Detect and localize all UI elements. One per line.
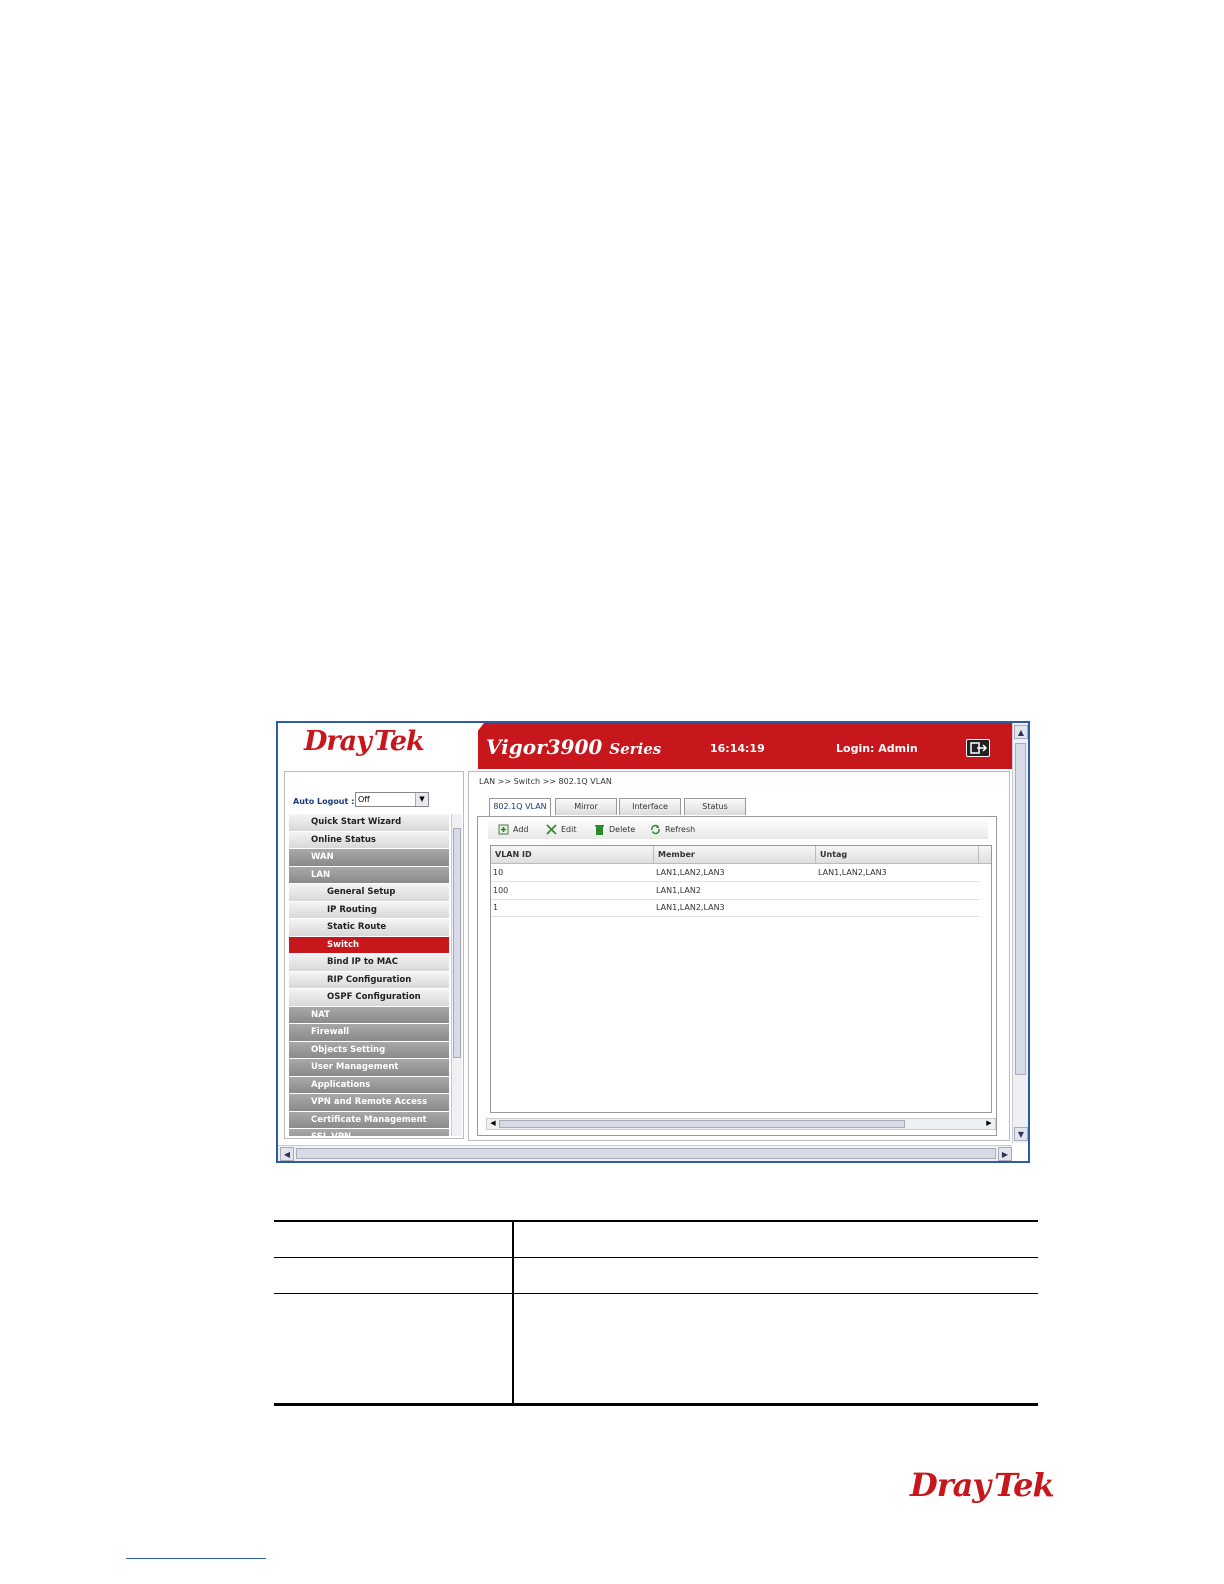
column-untag[interactable]: Untag — [816, 846, 979, 863]
table-row[interactable]: 100 LAN1,LAN2 — [491, 882, 979, 900]
tab-interface[interactable]: Interface — [619, 798, 681, 815]
sidebar-item-user-management[interactable]: User Management — [289, 1059, 449, 1077]
column-vlan-id[interactable]: VLAN ID — [491, 846, 654, 863]
table-rule — [274, 1257, 1038, 1258]
breadcrumb: LAN >> Switch >> 802.1Q VLAN — [479, 777, 612, 786]
auto-logout-value: Off — [358, 795, 370, 804]
sidebar-item-static-route[interactable]: Static Route — [289, 919, 449, 937]
header-bar: Dray Tek Vigor3900 Series 16:14:19 Login:… — [278, 723, 1012, 769]
logo-tek: Tek — [373, 726, 425, 757]
sidebar-menu: Quick Start Wizard Online Status WAN LAN Gen… — [289, 814, 449, 1136]
sidebar-item-objects-setting[interactable]: Objects Setting — [289, 1041, 449, 1059]
edit-icon — [546, 824, 557, 835]
table-cell: 1 — [493, 903, 499, 912]
tab-mirror[interactable]: Mirror — [555, 798, 617, 815]
delete-label: Delete — [609, 825, 636, 834]
sidebar-item-ssl-vpn[interactable]: SSL VPN — [289, 1129, 449, 1136]
router-ui-screenshot: Dray Tek Vigor3900 Series 16:14:19 Login:… — [276, 721, 1030, 1163]
refresh-button[interactable]: Refresh — [650, 824, 695, 835]
sidebar-item-bind-ip-to-mac[interactable]: Bind IP to MAC — [289, 954, 449, 972]
scroll-right-icon[interactable]: ▶ — [998, 1147, 1012, 1161]
table-rule — [274, 1293, 1038, 1294]
footer-link-underline — [126, 1558, 266, 1559]
sidebar-item-firewall[interactable]: Firewall — [289, 1024, 449, 1042]
table-rule-bottom — [274, 1403, 1038, 1406]
add-icon — [498, 824, 509, 835]
table-cell: LAN1,LAN2,LAN3 — [818, 868, 887, 877]
sidebar-item-ospf-configuration[interactable]: OSPF Configuration — [289, 989, 449, 1007]
toolbar: Add Edit Delete Refresh — [488, 821, 988, 839]
logo-slant — [448, 723, 484, 769]
logout-icon[interactable] — [966, 739, 990, 757]
add-label: Add — [513, 825, 529, 834]
page-vertical-scrollbar[interactable]: ▲ ▼ — [1012, 723, 1028, 1143]
sidebar-scroll-thumb[interactable] — [453, 828, 461, 1058]
sidebar-scrollbar[interactable] — [451, 814, 462, 1136]
table-horizontal-scrollbar[interactable]: ◀ ▶ — [486, 1118, 996, 1130]
add-button[interactable]: Add — [498, 824, 529, 835]
sidebar-item-certificate-management[interactable]: Certificate Management — [289, 1111, 449, 1129]
edit-button[interactable]: Edit — [546, 824, 577, 835]
table-cell: LAN1,LAN2 — [656, 885, 701, 895]
logo-dray: Dray — [304, 726, 372, 757]
model-label: Vigor3900 — [486, 735, 603, 759]
sidebar: Auto Logout : Off ▼ Quick Start Wizard On… — [284, 771, 464, 1139]
footer-draytek-logo: Dray Tek — [910, 1466, 1055, 1504]
table-cell: LAN1,LAN2,LAN3 — [656, 868, 725, 877]
sidebar-item-lan[interactable]: LAN — [289, 866, 449, 884]
trash-icon — [594, 824, 605, 835]
footer-logo-dray: Dray — [910, 1466, 991, 1504]
sidebar-item-quick-start-wizard[interactable]: Quick Start Wizard — [289, 814, 449, 832]
refresh-label: Refresh — [665, 825, 696, 834]
sidebar-item-general-setup[interactable]: General Setup — [289, 884, 449, 902]
scroll-up-icon[interactable]: ▲ — [1014, 725, 1028, 739]
sidebar-item-applications[interactable]: Applications — [289, 1076, 449, 1094]
table-column-divider — [512, 1220, 514, 1406]
tab-content-panel: Add Edit Delete Refresh VLAN ID Member U… — [477, 816, 997, 1136]
footer-logo-tek: Tek — [993, 1466, 1055, 1504]
table-rule-top — [274, 1220, 1038, 1222]
scroll-left-icon[interactable]: ◀ — [280, 1147, 294, 1161]
sidebar-item-wan[interactable]: WAN — [289, 849, 449, 867]
sidebar-item-vpn-and-remote-access[interactable]: VPN and Remote Access — [289, 1094, 449, 1112]
table-cell: LAN1,LAN2,LAN3 — [656, 903, 725, 912]
table-row[interactable]: 1 LAN1,LAN2,LAN3 — [491, 899, 979, 917]
table-cell: 100 — [493, 885, 509, 895]
scroll-down-icon[interactable]: ▼ — [1014, 1127, 1028, 1141]
table-row[interactable]: 10 LAN1,LAN2,LAN3 LAN1,LAN2,LAN3 — [491, 864, 979, 882]
delete-button[interactable]: Delete — [594, 824, 635, 835]
auto-logout-select[interactable]: Off ▼ — [355, 792, 429, 807]
scroll-thumb[interactable] — [1015, 743, 1026, 1075]
hscroll-thumb[interactable] — [296, 1148, 996, 1159]
page-horizontal-scrollbar[interactable]: ◀ ▶ — [278, 1145, 1012, 1161]
sidebar-item-ip-routing[interactable]: IP Routing — [289, 901, 449, 919]
model-name: Vigor3900 Series — [486, 735, 661, 759]
table-scroll-right-icon[interactable]: ▶ — [984, 1119, 994, 1129]
sidebar-item-rip-configuration[interactable]: RIP Configuration — [289, 971, 449, 989]
table-cell: 10 — [493, 868, 504, 877]
series-label: Series — [609, 740, 662, 758]
auto-logout-label: Auto Logout : — [293, 797, 355, 806]
tab-status[interactable]: Status — [684, 798, 746, 815]
chevron-down-icon[interactable]: ▼ — [415, 793, 428, 806]
clock: 16:14:19 — [710, 742, 765, 755]
table-header: VLAN ID Member Untag — [491, 846, 991, 864]
tab-8021q-vlan[interactable]: 802.1Q VLAN — [489, 798, 551, 816]
table-scroll-left-icon[interactable]: ◀ — [488, 1119, 498, 1129]
description-table — [274, 1220, 1038, 1406]
main-panel: LAN >> Switch >> 802.1Q VLAN 802.1Q VLAN… — [468, 771, 1010, 1141]
sidebar-item-switch[interactable]: Switch — [289, 936, 449, 954]
refresh-icon — [650, 824, 661, 835]
column-member[interactable]: Member — [654, 846, 816, 863]
login-status: Login: Admin — [836, 742, 918, 755]
sidebar-item-online-status[interactable]: Online Status — [289, 831, 449, 849]
table-scroll-thumb[interactable] — [499, 1120, 905, 1128]
sidebar-item-nat[interactable]: NAT — [289, 1006, 449, 1024]
draytek-logo: Dray Tek — [304, 726, 425, 757]
edit-label: Edit — [561, 825, 577, 834]
vlan-table: VLAN ID Member Untag 10 LAN1,LAN2,LAN3 LAN… — [490, 845, 992, 1113]
